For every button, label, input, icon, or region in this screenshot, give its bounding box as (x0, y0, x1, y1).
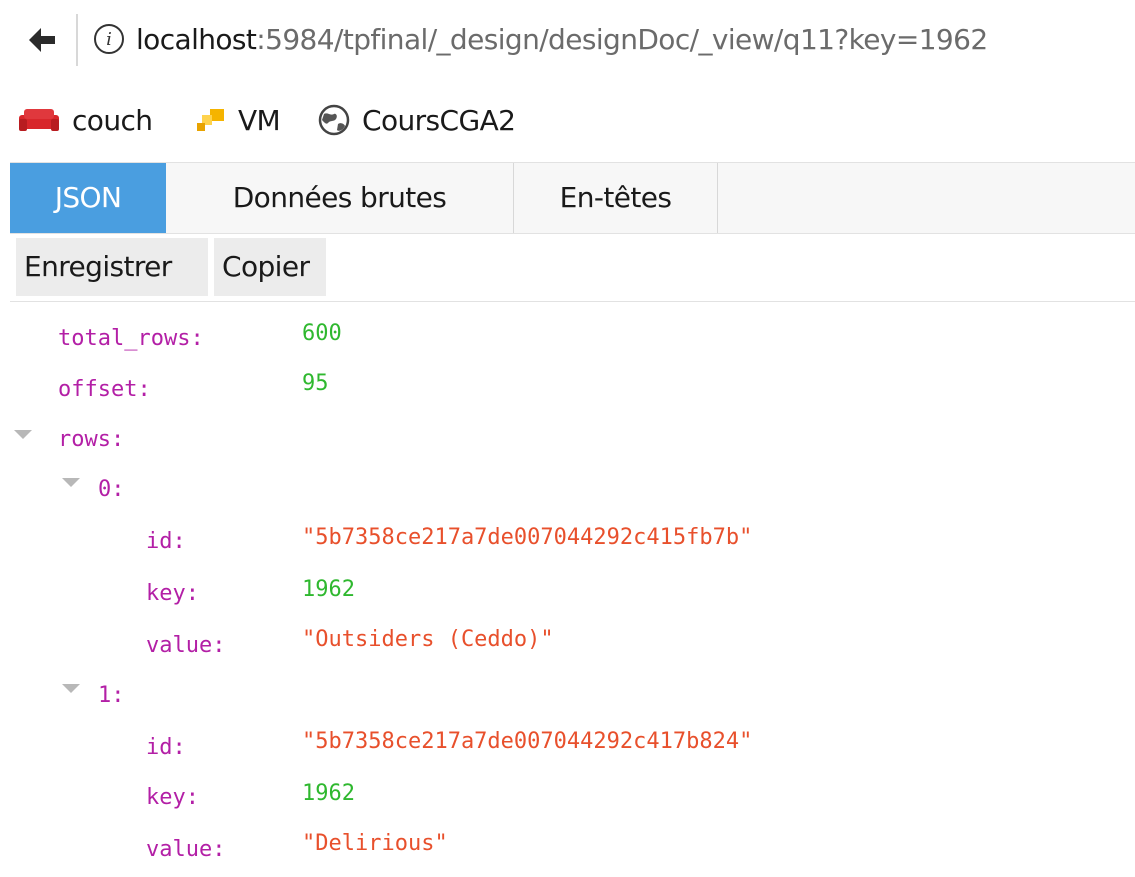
collapse-row-0-icon[interactable] (62, 478, 80, 487)
bookmark-label: CoursCGA2 (362, 103, 516, 137)
url-field[interactable]: localhost:5984/tpfinal/_design/designDoc… (136, 20, 988, 60)
save-button[interactable]: Enregistrer (16, 238, 208, 296)
tree-row-id: id: (146, 522, 186, 562)
tree-row-offset: offset: (58, 370, 151, 410)
json-string: "Delirious" (302, 831, 448, 856)
json-number: 600 (302, 321, 342, 346)
json-tree: total_rows: 600 offset: 95 rows: 0: id: … (0, 302, 1135, 877)
url-host: localhost (136, 23, 257, 56)
divider (76, 14, 78, 66)
json-key: 1: (98, 683, 125, 708)
bookmarks-bar: couch VM CoursCGA2 (0, 80, 1135, 160)
json-key: total_rows: (58, 326, 204, 351)
copy-button[interactable]: Copier (214, 238, 326, 296)
tree-row-value: value: (146, 626, 225, 666)
json-key: 0: (98, 477, 125, 502)
json-toolbar: Enregistrer Copier (10, 234, 1135, 302)
tree-value-id: "5b7358ce217a7de007044292c417b824" (302, 722, 752, 762)
tree-value-key: 1962 (302, 570, 355, 610)
json-key: key: (146, 785, 199, 810)
json-key: value: (146, 837, 226, 862)
json-string: "5b7358ce217a7de007044292c415fb7b" (302, 525, 753, 550)
tree-value-offset: 95 (302, 364, 329, 404)
json-key: id: (146, 529, 186, 554)
url-path: :5984/tpfinal/_design/designDoc/_view/q1… (256, 23, 988, 56)
tree-row-id: id: (146, 728, 186, 768)
bookmark-label: couch (72, 103, 153, 137)
info-icon[interactable]: i (94, 24, 124, 54)
tree-row-total-rows: total_rows: (58, 319, 204, 359)
json-key: offset: (58, 377, 151, 402)
json-number: 1962 (302, 577, 355, 602)
tree-row-index-1[interactable]: 1: (98, 676, 125, 716)
tree-row-key: key: (146, 574, 199, 614)
tree-value-total-rows: 600 (302, 314, 342, 354)
json-key: key: (146, 581, 199, 606)
collapse-row-1-icon[interactable] (62, 684, 80, 693)
tree-row-value: value: (146, 830, 225, 870)
viewer-tabs: JSON Données brutes En-têtes (10, 162, 1135, 234)
globe-icon (318, 104, 350, 136)
bookmark-label: VM (238, 103, 281, 137)
json-string: "5b7358ce217a7de007044292c417b824" (302, 729, 753, 754)
json-number: 1962 (302, 781, 355, 806)
json-key: value: (146, 633, 226, 658)
json-key: id: (146, 735, 186, 760)
back-arrow-icon[interactable] (22, 18, 62, 62)
tree-value-key: 1962 (302, 774, 355, 814)
tab-json[interactable]: JSON (10, 163, 166, 233)
bookmark-vm[interactable]: VM (196, 102, 281, 138)
tree-value-value: "Outsiders (Ceddo)" (302, 620, 554, 660)
address-bar: i localhost:5984/tpfinal/_design/designD… (0, 0, 1135, 80)
tree-row-rows[interactable]: rows: (58, 420, 124, 460)
tab-headers[interactable]: En-têtes (514, 163, 718, 233)
tree-row-index-0[interactable]: 0: (98, 470, 125, 510)
bookmark-courscga2[interactable]: CoursCGA2 (318, 102, 516, 138)
vm-icon (196, 107, 226, 133)
tab-raw-data[interactable]: Données brutes (166, 163, 514, 233)
json-number: 95 (302, 371, 329, 396)
json-string: "Outsiders (Ceddo)" (302, 627, 554, 652)
tree-value-value: "Delirious" (302, 824, 448, 864)
tree-row-key: key: (146, 778, 199, 818)
tree-value-id: "5b7358ce217a7de007044292c415fb7b" (302, 518, 752, 558)
collapse-rows-icon[interactable] (14, 430, 32, 439)
json-key: rows: (58, 427, 125, 452)
bookmark-couch[interactable]: couch (18, 102, 153, 138)
couch-icon (18, 107, 60, 133)
